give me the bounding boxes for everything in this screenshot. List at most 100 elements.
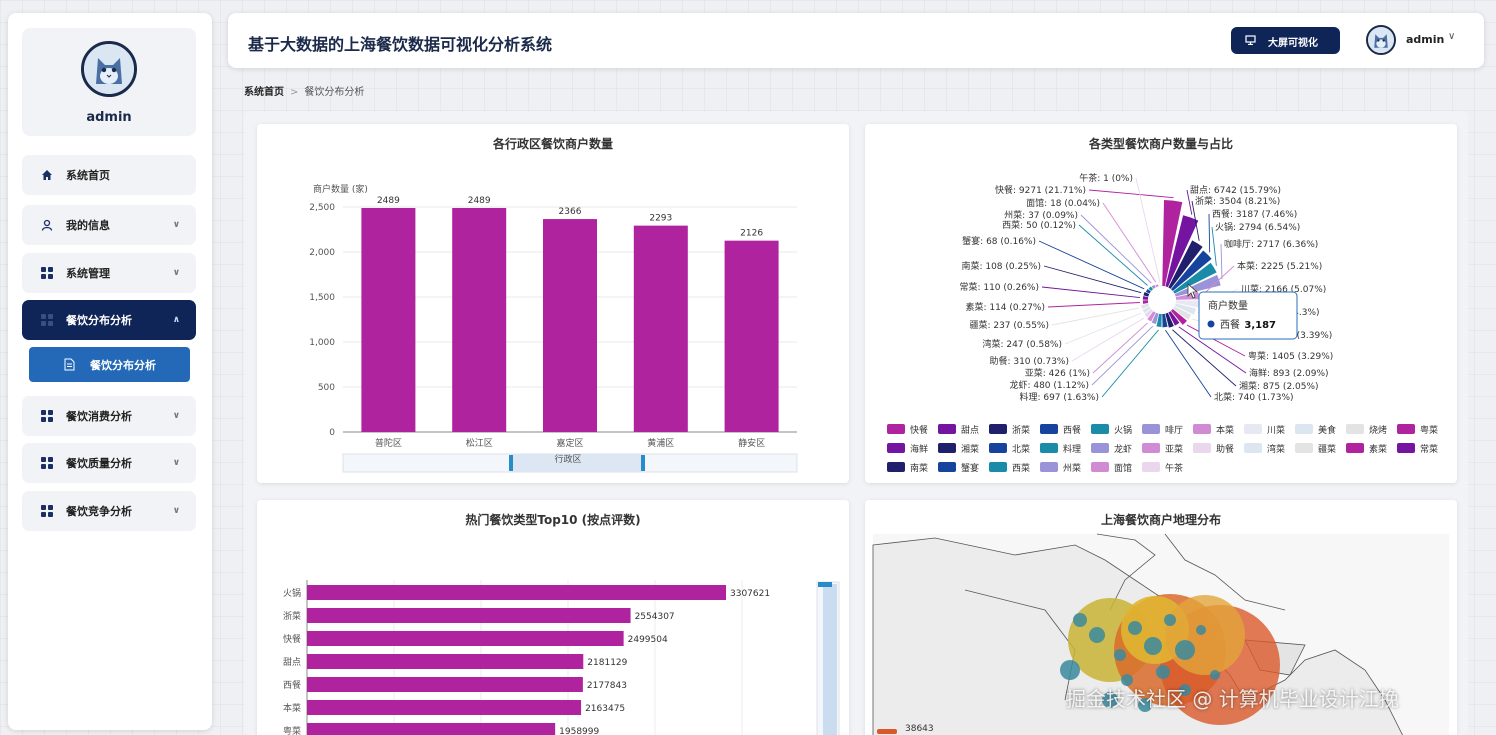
bigscreen-button[interactable]: 大屏可视化: [1231, 27, 1340, 54]
legend-swatch: [938, 424, 956, 434]
sidebar-item-system-admin[interactable]: 系统管理 ∨: [22, 253, 196, 293]
y-tick-label: 0: [329, 428, 335, 438]
sidebar-item-label: 餐饮消费分析: [66, 410, 132, 423]
chevron-down-icon: ∨: [172, 268, 180, 278]
chevron-up-icon: ∧: [172, 315, 180, 325]
pie-slice-label: 咖啡厅: 2717 (6.36%): [1224, 238, 1318, 250]
bar: [724, 240, 779, 432]
chevron-down-icon: ∨: [172, 458, 180, 468]
legend-label: 午茶: [1165, 462, 1183, 474]
profile-username: admin: [86, 110, 132, 125]
legend-swatch: [1244, 443, 1262, 453]
y-tick-label: 1,000: [309, 338, 335, 348]
top10-chart-card: 热门餐饮类型Top10 (按点评数) 火锅 3307621 浙菜 2554307 快餐 2…: [257, 500, 849, 735]
legend-swatch: [887, 424, 905, 434]
pie-hole: [1148, 286, 1176, 314]
bar: [543, 219, 597, 432]
pie-slice-label: 亚菜: 426 (1%): [1025, 367, 1090, 379]
legend-label: 龙虾: [1114, 443, 1132, 455]
bigscreen-label: 大屏可视化: [1268, 38, 1318, 49]
breadcrumb: 系统首页 > 餐饮分布分析: [244, 83, 364, 98]
chevron-down-icon: ∨: [172, 411, 180, 421]
legend-swatch: [1142, 462, 1160, 472]
pie-slice-label: 素菜: 114 (0.27%): [965, 301, 1045, 313]
bar: [361, 207, 416, 432]
pie-slice-label: 龙虾: 480 (1.12%): [1009, 379, 1089, 391]
header-username[interactable]: admin: [1406, 33, 1444, 46]
bar-value-label: 2181129: [587, 658, 627, 668]
pie-slice: [1142, 296, 1149, 300]
tooltip-title: 商户数量: [1208, 299, 1248, 312]
legend-swatch: [1346, 443, 1364, 453]
legend-label: 本菜: [1216, 424, 1234, 436]
legend-swatch: [1346, 424, 1364, 434]
legend-swatch: [989, 443, 1007, 453]
pie-label-line: [1135, 177, 1161, 283]
legend-label: 啡厅: [1165, 424, 1183, 436]
legend-label: 湘菜: [961, 443, 979, 455]
pie-slice-label: 料理: 697 (1.63%): [1019, 391, 1099, 403]
x-tick-label: 静安区: [738, 437, 765, 449]
top-header: 基于大数据的上海餐饮数据可视化分析系统 大屏可视化 admin ∨: [228, 13, 1484, 68]
pie-label-line: [1080, 214, 1152, 284]
y-tick-label: 本菜: [283, 702, 301, 714]
sidebar-item-label: 系统管理: [66, 267, 110, 280]
bar-value-label: 2163475: [585, 704, 625, 714]
bar-value-label: 2489: [377, 196, 400, 206]
legend-swatch: [1091, 462, 1109, 472]
legend-label: 美食: [1318, 424, 1336, 436]
bar-value-label: 2489: [468, 196, 491, 206]
sidebar-item-consumption[interactable]: 餐饮消费分析 ∨: [22, 396, 196, 436]
legend-swatch: [887, 462, 905, 472]
avatar[interactable]: [81, 41, 137, 97]
bar-value-label: 3307621: [730, 589, 770, 599]
type-pie-card: 各类型餐饮商户数量与占比 快餐: 9271 (21.71%) 甜点: 6742 (…: [865, 124, 1457, 483]
district-bar-chart[interactable]: 商户数量 (家) 0 500 1,000 1,500 2,000 2,500 2489 普陀区 2…: [257, 124, 849, 483]
pie-slice-label: 西餐: 3187 (7.46%): [1212, 208, 1297, 220]
monitor-icon: [1245, 35, 1256, 45]
zoom-slider-handle: [641, 455, 645, 471]
legend-swatch: [1040, 462, 1058, 472]
top10-bar-chart[interactable]: 火锅 3307621 浙菜 2554307 快餐 2499504 甜点 2181129 西餐 21…: [257, 500, 849, 735]
chevron-down-icon[interactable]: ∨: [1448, 31, 1455, 42]
y-tick-label: 粤菜: [283, 725, 301, 735]
legend-swatch: [1040, 443, 1058, 453]
legend-swatch: [1091, 424, 1109, 434]
legend-label: 料理: [1063, 443, 1081, 455]
submenu-item-distribution[interactable]: 餐饮分布分析: [29, 347, 190, 382]
legend-swatch: [1244, 424, 1262, 434]
sidebar-item-distribution[interactable]: 餐饮分布分析 ∧: [22, 300, 196, 340]
cat-avatar-icon: [1368, 27, 1394, 53]
bar: [307, 585, 726, 600]
legend-label: 川菜: [1267, 424, 1285, 436]
sidebar-item-home[interactable]: 系统首页: [22, 155, 196, 195]
bar-value-label: 2177843: [587, 681, 627, 691]
pie-slice-label: 疆菜: 237 (0.55%): [969, 319, 1049, 331]
pie-label-line: [1078, 224, 1148, 286]
pie-label-line: [1220, 243, 1223, 280]
legend-swatch: [1397, 424, 1415, 434]
sidebar-item-competition[interactable]: 餐饮竞争分析 ∨: [22, 491, 196, 531]
y-axis-label: 商户数量 (家): [313, 183, 368, 195]
bar: [307, 700, 582, 715]
legend-swatch: [1142, 443, 1160, 453]
x-tick-label: 松江区: [466, 437, 493, 449]
pie-slice-label: 浙菜: 3504 (8.21%): [1195, 195, 1280, 207]
pie-slice-label: 助餐: 310 (0.73%): [989, 355, 1069, 367]
legend-label: 烧烤: [1369, 424, 1387, 436]
sidebar-item-my-info[interactable]: 我的信息 ∨: [22, 205, 196, 245]
legend-label: 常菜: [1420, 443, 1438, 455]
pie-slice-label: 海鲜: 893 (2.09%): [1249, 367, 1329, 379]
type-pie-chart[interactable]: 快餐: 9271 (21.71%) 甜点: 6742 (15.79%)浙菜: 35…: [865, 124, 1457, 483]
legend-swatch: [938, 443, 956, 453]
legend-swatch: [938, 462, 956, 472]
breadcrumb-home[interactable]: 系统首页: [244, 87, 284, 98]
legend-swatch: [1397, 443, 1415, 453]
pie-slice-label: 蟹宴: 68 (0.16%): [962, 235, 1036, 247]
pie-slice-label: 火锅: 2794 (6.54%): [1215, 222, 1300, 233]
pie-slice-label: 北菜: 740 (1.73%): [1214, 391, 1294, 403]
sidebar-item-quality[interactable]: 餐饮质量分析 ∨: [22, 443, 196, 483]
user-avatar[interactable]: [1366, 25, 1396, 55]
pie-slice: [1142, 300, 1149, 304]
y-tick-label: 500: [318, 383, 335, 393]
